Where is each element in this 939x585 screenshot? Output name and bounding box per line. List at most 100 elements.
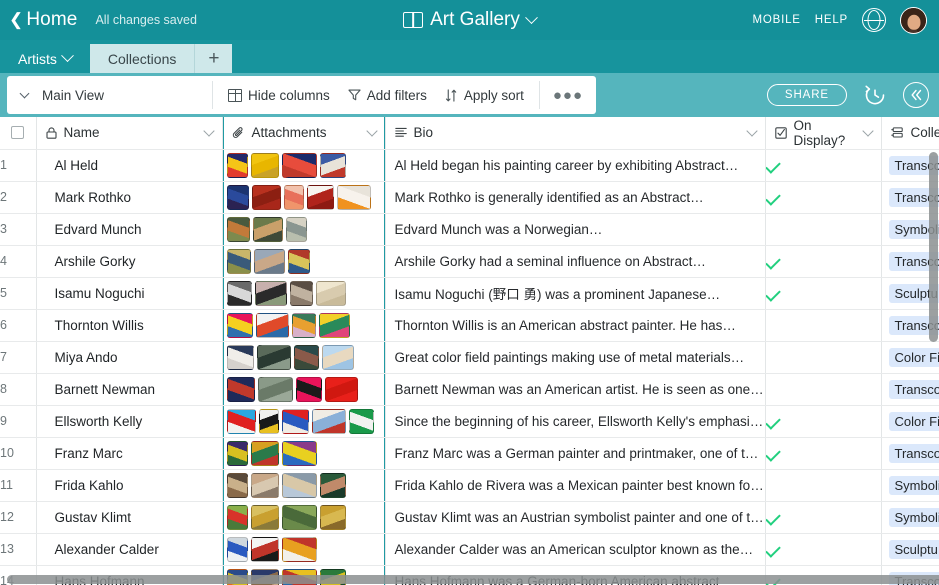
attachment-thumbnail[interactable] (289, 280, 313, 306)
select-all-header[interactable] (0, 117, 37, 150)
cell-bio[interactable]: Edvard Munch was a Norwegian… (385, 213, 766, 246)
tab-artists[interactable]: Artists (0, 44, 90, 73)
cell-collection[interactable]: Color Fi (881, 341, 939, 374)
column-header-bio[interactable]: Bio (385, 117, 766, 150)
cell-collection[interactable]: Symboli (881, 469, 939, 502)
table-row[interactable]: 6 Thornton Willis Thornton Willis is an Am… (0, 309, 939, 342)
cell-attachments[interactable] (222, 405, 386, 438)
collection-tag[interactable]: Sculptu (888, 539, 939, 559)
attachment-thumbnail[interactable] (283, 184, 304, 210)
cell-name[interactable]: Al Held (36, 149, 223, 182)
cell-on-display[interactable] (765, 437, 882, 470)
attachment-thumbnail[interactable] (250, 152, 279, 178)
checkbox-icon[interactable] (11, 126, 25, 140)
cell-bio[interactable]: Arshile Gorky had a seminal influence on… (385, 245, 766, 278)
cell-collection[interactable]: Transco (881, 373, 939, 406)
cell-name[interactable]: Miya Ando (36, 341, 223, 374)
add-table-button[interactable]: + (194, 44, 233, 73)
chevron-down-icon[interactable] (61, 49, 74, 63)
cell-collection[interactable]: Color Fi (881, 405, 939, 438)
attachment-thumbnail[interactable] (226, 472, 248, 498)
cell-attachments[interactable] (222, 469, 386, 502)
chevron-down-icon[interactable] (745, 125, 758, 137)
attachment-thumbnail[interactable] (226, 376, 255, 402)
cell-on-display[interactable] (765, 181, 882, 214)
share-button[interactable]: SHARE (766, 84, 847, 106)
cell-bio[interactable]: Since the beginning of his career, Ellsw… (385, 405, 766, 438)
cell-bio[interactable]: Alexander Calder was an American sculpto… (385, 533, 766, 566)
table-row[interactable]: 9 Ellsworth Kelly Since the beginning of h… (0, 405, 939, 438)
cell-name[interactable]: Isamu Noguchi (36, 277, 223, 310)
attachment-thumbnail[interactable] (252, 216, 283, 242)
attachment-thumbnail[interactable] (226, 152, 248, 178)
attachment-thumbnail[interactable] (226, 216, 250, 242)
cell-name[interactable]: Edvard Munch (36, 213, 223, 246)
cell-on-display[interactable] (765, 533, 882, 566)
attachment-thumbnail[interactable] (319, 504, 346, 530)
view-selector[interactable]: Main View (7, 76, 212, 114)
cell-on-display[interactable] (765, 213, 882, 246)
attachment-thumbnail[interactable] (285, 216, 307, 242)
attachment-thumbnail[interactable] (318, 312, 350, 338)
table-row[interactable]: 5 Isamu Noguchi Isamu Noguchi (野口 勇) was a… (0, 277, 939, 310)
collapse-panel-button[interactable] (903, 82, 929, 108)
collection-tag[interactable]: Symboli (888, 475, 939, 495)
cell-collection[interactable]: Symboli (881, 501, 939, 534)
attachment-thumbnail[interactable] (226, 248, 251, 274)
mobile-link[interactable]: MOBILE (752, 14, 800, 26)
cell-name[interactable]: Arshile Gorky (36, 245, 223, 278)
cell-name[interactable]: Frida Kahlo (36, 469, 223, 502)
cell-collection[interactable]: Transco (881, 437, 939, 470)
attachment-thumbnail[interactable] (226, 344, 254, 370)
attachment-thumbnail[interactable] (255, 312, 289, 338)
attachment-thumbnail[interactable] (256, 344, 291, 370)
attachment-thumbnail[interactable] (281, 440, 317, 466)
cell-name[interactable]: Alexander Calder (36, 533, 223, 566)
attachment-thumbnail[interactable] (293, 344, 319, 370)
attachment-thumbnail[interactable] (287, 248, 310, 274)
horizontal-scrollbar[interactable] (7, 575, 939, 584)
cell-bio[interactable]: Isamu Noguchi (野口 勇) was a prominent Jap… (385, 277, 766, 310)
chevron-down-icon[interactable] (861, 125, 874, 137)
cell-attachments[interactable] (222, 309, 386, 342)
attachment-thumbnail[interactable] (291, 312, 316, 338)
cell-bio[interactable]: Frida Kahlo de Rivera was a Mexican pain… (385, 469, 766, 502)
revision-history-button[interactable] (861, 81, 889, 109)
cell-name[interactable]: Barnett Newman (36, 373, 223, 406)
cell-name[interactable]: Franz Marc (36, 437, 223, 470)
column-header-name[interactable]: Name (36, 117, 223, 150)
cell-bio[interactable]: Al Held began his painting career by exh… (385, 149, 766, 182)
cell-name[interactable]: Gustav Klimt (36, 501, 223, 534)
add-filters-button[interactable]: Add filters (339, 88, 436, 103)
attachment-thumbnail[interactable] (281, 504, 317, 530)
table-row[interactable]: 12 Gustav Klimt Gustav Klimt was an Austri… (0, 501, 939, 534)
attachment-thumbnail[interactable] (251, 184, 281, 210)
cell-attachments[interactable] (222, 373, 386, 406)
cell-attachments[interactable] (222, 149, 386, 182)
cell-collection[interactable]: Sculptu (881, 533, 939, 566)
cell-bio[interactable]: Mark Rothko is generally identified as a… (385, 181, 766, 214)
column-header-on-display[interactable]: On Display? (765, 117, 882, 150)
hide-columns-button[interactable]: Hide columns (219, 88, 339, 103)
cell-bio[interactable]: Thornton Willis is an American abstract … (385, 309, 766, 342)
attachment-thumbnail[interactable] (336, 184, 371, 210)
cell-name[interactable]: Mark Rothko (36, 181, 223, 214)
table-row[interactable]: 2 Mark Rothko Mark Rothko is generally ide… (0, 181, 939, 214)
attachment-thumbnail[interactable] (258, 408, 279, 434)
collection-tag[interactable]: Color Fi (888, 411, 939, 431)
attachment-thumbnail[interactable] (281, 408, 309, 434)
cell-on-display[interactable] (765, 245, 882, 278)
attachment-thumbnail[interactable] (226, 408, 256, 434)
cell-attachments[interactable] (222, 437, 386, 470)
collection-tag[interactable]: Transco (888, 443, 939, 463)
attachment-thumbnail[interactable] (311, 408, 346, 434)
cell-on-display[interactable] (765, 405, 882, 438)
cell-attachments[interactable] (222, 341, 386, 374)
cell-on-display[interactable] (765, 373, 882, 406)
cell-on-display[interactable] (765, 501, 882, 534)
table-row[interactable]: 8 Barnett Newman Barnett Newman was an Ame… (0, 373, 939, 406)
cell-bio[interactable]: Barnett Newman was an American artist. H… (385, 373, 766, 406)
table-row[interactable]: 4 Arshile Gorky Arshile Gorky had a semina… (0, 245, 939, 278)
attachment-thumbnail[interactable] (321, 344, 354, 370)
table-row[interactable]: 10 Franz Marc Franz Marc was a German pain… (0, 437, 939, 470)
